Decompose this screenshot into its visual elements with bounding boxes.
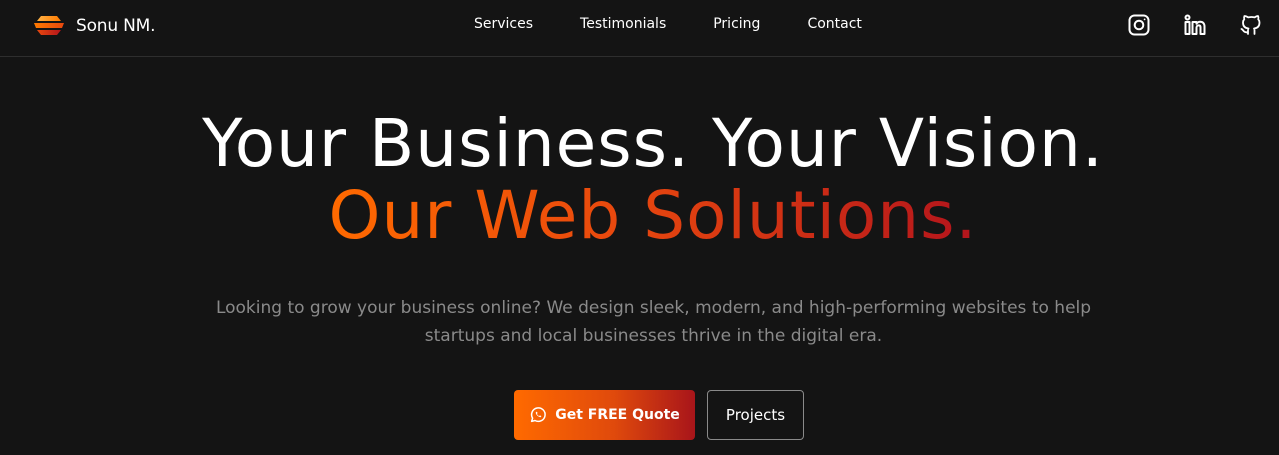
hero-headline-highlight: Our Web Solutions. xyxy=(328,177,978,254)
get-free-quote-button[interactable]: Get FREE Quote xyxy=(514,390,695,440)
nav-link-contact[interactable]: Contact xyxy=(807,16,861,32)
landing-page: Sonu NM. Services Testimonials Pricing C… xyxy=(0,0,1279,455)
brand-logo-icon xyxy=(34,16,64,35)
nav-link-services[interactable]: Services xyxy=(474,16,533,32)
github-icon[interactable] xyxy=(1239,13,1263,37)
projects-button[interactable]: Projects xyxy=(707,390,804,440)
nav-link-pricing[interactable]: Pricing xyxy=(713,16,760,32)
instagram-icon[interactable] xyxy=(1127,13,1151,37)
hero-headline-line2: Our Web Solutions. xyxy=(0,176,1279,256)
linkedin-icon[interactable] xyxy=(1183,13,1207,37)
brand-name: Sonu NM. xyxy=(76,16,156,36)
get-free-quote-label: Get FREE Quote xyxy=(555,407,680,423)
site-header: Sonu NM. Services Testimonials Pricing C… xyxy=(0,0,1279,57)
main-nav: Services Testimonials Pricing Contact xyxy=(474,16,862,32)
nav-link-testimonials[interactable]: Testimonials xyxy=(580,16,666,32)
brand-link[interactable]: Sonu NM. xyxy=(32,12,156,40)
whatsapp-icon xyxy=(531,407,547,423)
social-links xyxy=(1127,13,1263,37)
hero-headline-line1: Your Business. Your Vision. xyxy=(202,105,1104,182)
hero-subtitle: Looking to grow your business online? We… xyxy=(215,298,1092,346)
